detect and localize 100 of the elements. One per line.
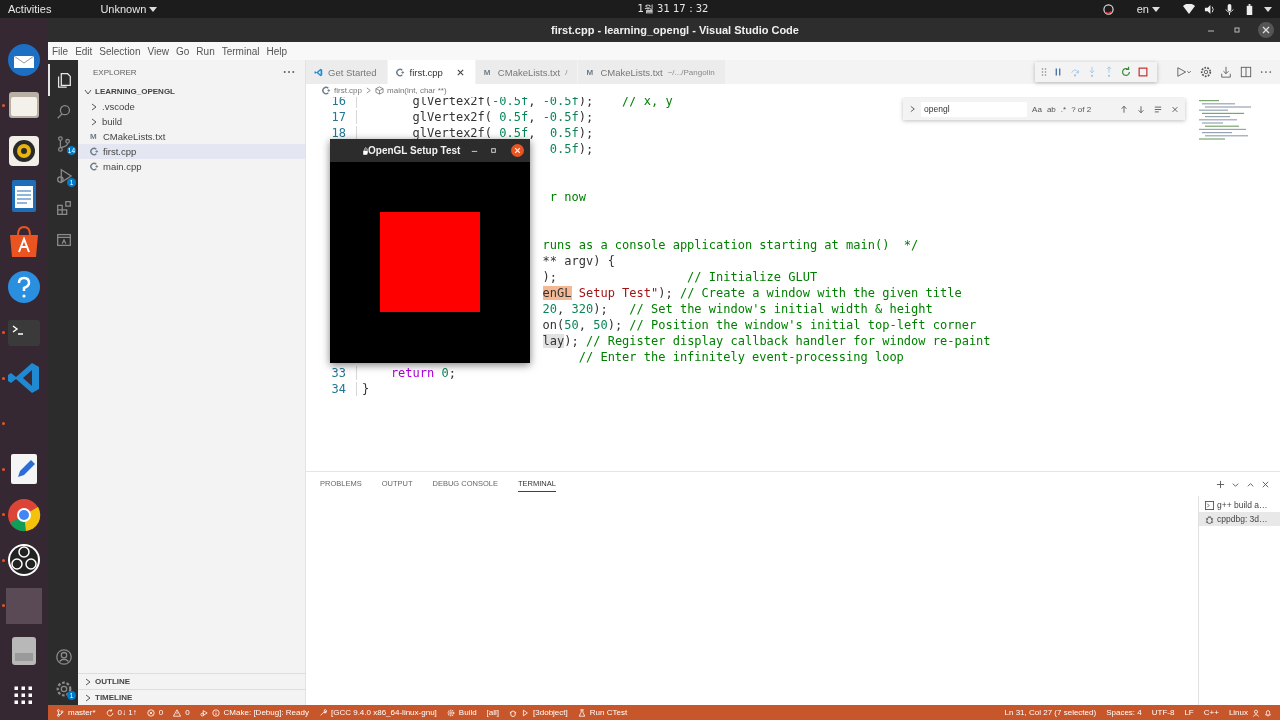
bell-icon[interactable] [1264,708,1272,717]
status-item[interactable]: Ln 31, Col 27 (7 selected) [1004,708,1097,717]
status-item[interactable]: 0 [185,708,190,717]
account-icon[interactable] [1252,708,1260,717]
aperture-icon[interactable] [6,542,42,579]
maximize-icon[interactable] [489,146,499,155]
close-icon[interactable] [1261,479,1270,489]
code-line: on(50, 50); // Position the window's initial top-left corner [541,318,977,332]
account-icon[interactable] [55,648,73,666]
breadcrumb-item[interactable]: main(int, char **) [387,86,447,95]
close-icon[interactable] [1258,22,1274,38]
menu-item[interactable]: Edit [75,45,93,57]
find-option[interactable]: .* [1060,104,1067,114]
status-item[interactable]: UTF-8 [1151,708,1175,717]
status-item[interactable]: [GCC 9.4.0 x86_64-linux-gnu] [330,708,437,717]
warning-icon [173,708,182,717]
menu-item[interactable]: Terminal [221,45,260,57]
bug-icon [1205,514,1214,524]
split-editor-icon[interactable] [1240,66,1252,78]
download-icon[interactable] [1220,66,1232,78]
wrench-icon [318,708,327,717]
code-line: ** argv) { [541,254,615,268]
status-item[interactable]: [3dobject] [533,708,568,717]
status-item[interactable]: [all] [486,708,500,717]
status-item[interactable]: Build [458,708,477,717]
editor-tab[interactable]: M CMakeLists.txt ~/.../Pangolin [578,60,726,84]
terminal-item[interactable]: g++ build a… [1199,498,1280,512]
section-header[interactable]: OUTLINE [78,673,305,689]
file-row[interactable]: build [78,114,305,129]
microphone-icon[interactable] [1224,3,1235,15]
stop-icon[interactable] [1137,66,1149,78]
run-debug-icon[interactable] [1174,66,1192,78]
breadcrumb-item[interactable]: first.cpp [334,86,362,95]
caret-icon[interactable] [1264,6,1272,12]
cpp-file-icon [322,86,331,95]
file-row[interactable]: M CMakeLists.txt [78,129,305,144]
status-item[interactable]: 0↓ 1↑ [117,708,137,717]
bug-icon[interactable] [509,708,518,717]
find-option[interactable]: ab [1046,104,1056,114]
menu-item[interactable]: Help [266,45,288,57]
flask-icon [577,708,586,717]
terminal-item[interactable]: cppdbg: 3d… [1199,512,1280,526]
selection-icon[interactable] [1154,104,1163,114]
chevron-icon[interactable] [909,105,917,113]
status-item[interactable]: C++ [1203,708,1219,717]
volume-icon[interactable] [1204,3,1215,15]
arrow-down-icon[interactable] [1137,104,1146,114]
more-icon[interactable] [283,70,295,74]
close-icon[interactable] [455,67,465,77]
app-grid-icon[interactable] [14,686,34,706]
play-icon[interactable] [521,708,530,717]
status-item[interactable]: Run CTest [589,708,628,717]
editor-tab[interactable]: first.cpp [387,60,476,84]
match-count: ? of 2 [1071,104,1092,114]
file-row[interactable]: .vscode [78,99,305,114]
status-item[interactable]: LF [1184,708,1194,717]
battery-icon[interactable] [1244,3,1255,15]
settings-icon[interactable] [55,680,73,698]
line-number: 33 [331,366,346,380]
clock[interactable]: 1월 31 17：32 [571,2,709,16]
code-editor-icon [314,67,323,77]
status-item[interactable]: Linux [1228,708,1248,717]
tab-path: / [565,67,568,77]
mail-icon[interactable] [6,41,42,78]
editor-tab[interactable]: Get Started [306,60,388,84]
info-icon [211,708,220,717]
help-icon[interactable] [6,269,42,306]
wifi-icon[interactable] [1183,4,1195,14]
sync-icon [105,708,114,717]
launch-icon[interactable] [199,708,208,717]
status-item[interactable]: 0 [158,708,164,717]
find-field[interactable]: opengl [921,101,1028,117]
menu-item[interactable]: Run [196,45,215,57]
close-icon[interactable] [511,144,525,157]
arrow-up-icon[interactable] [1120,104,1129,114]
file-row[interactable]: main.cpp [78,159,305,174]
language-menu[interactable]: en [1136,3,1149,15]
search-icon [55,103,73,121]
plus-icon[interactable] [1216,479,1225,489]
status-item[interactable]: master* [68,708,96,717]
menu-item[interactable]: Selection [99,45,141,57]
editor-tab[interactable]: M CMakeLists.txt / [475,60,579,84]
terminal-icon [1205,500,1214,510]
status-item[interactable]: Spaces: 4 [1106,708,1142,717]
menu-item[interactable]: View [147,45,169,57]
record-icon[interactable] [1102,3,1114,15]
status-item[interactable]: CMake: [Debug]: Ready [223,708,309,717]
menu-item[interactable]: File [52,45,69,57]
folder-row[interactable]: LEARNING_OPENGL [78,84,305,99]
grip-icon[interactable] [1041,67,1047,77]
activities-button[interactable]: Activities [8,3,52,15]
restart-icon[interactable] [1120,66,1132,78]
colored-circle-icon[interactable] [6,496,42,533]
find-option[interactable]: Aa [1032,104,1042,114]
settings-icon[interactable] [1200,66,1212,78]
file-row[interactable]: first.cpp [78,144,305,159]
app-menu[interactable]: Unknown [100,3,147,15]
menu-item[interactable]: Go [176,45,190,57]
maximize-icon[interactable] [1232,25,1242,35]
file-type-icon: M [586,67,596,77]
